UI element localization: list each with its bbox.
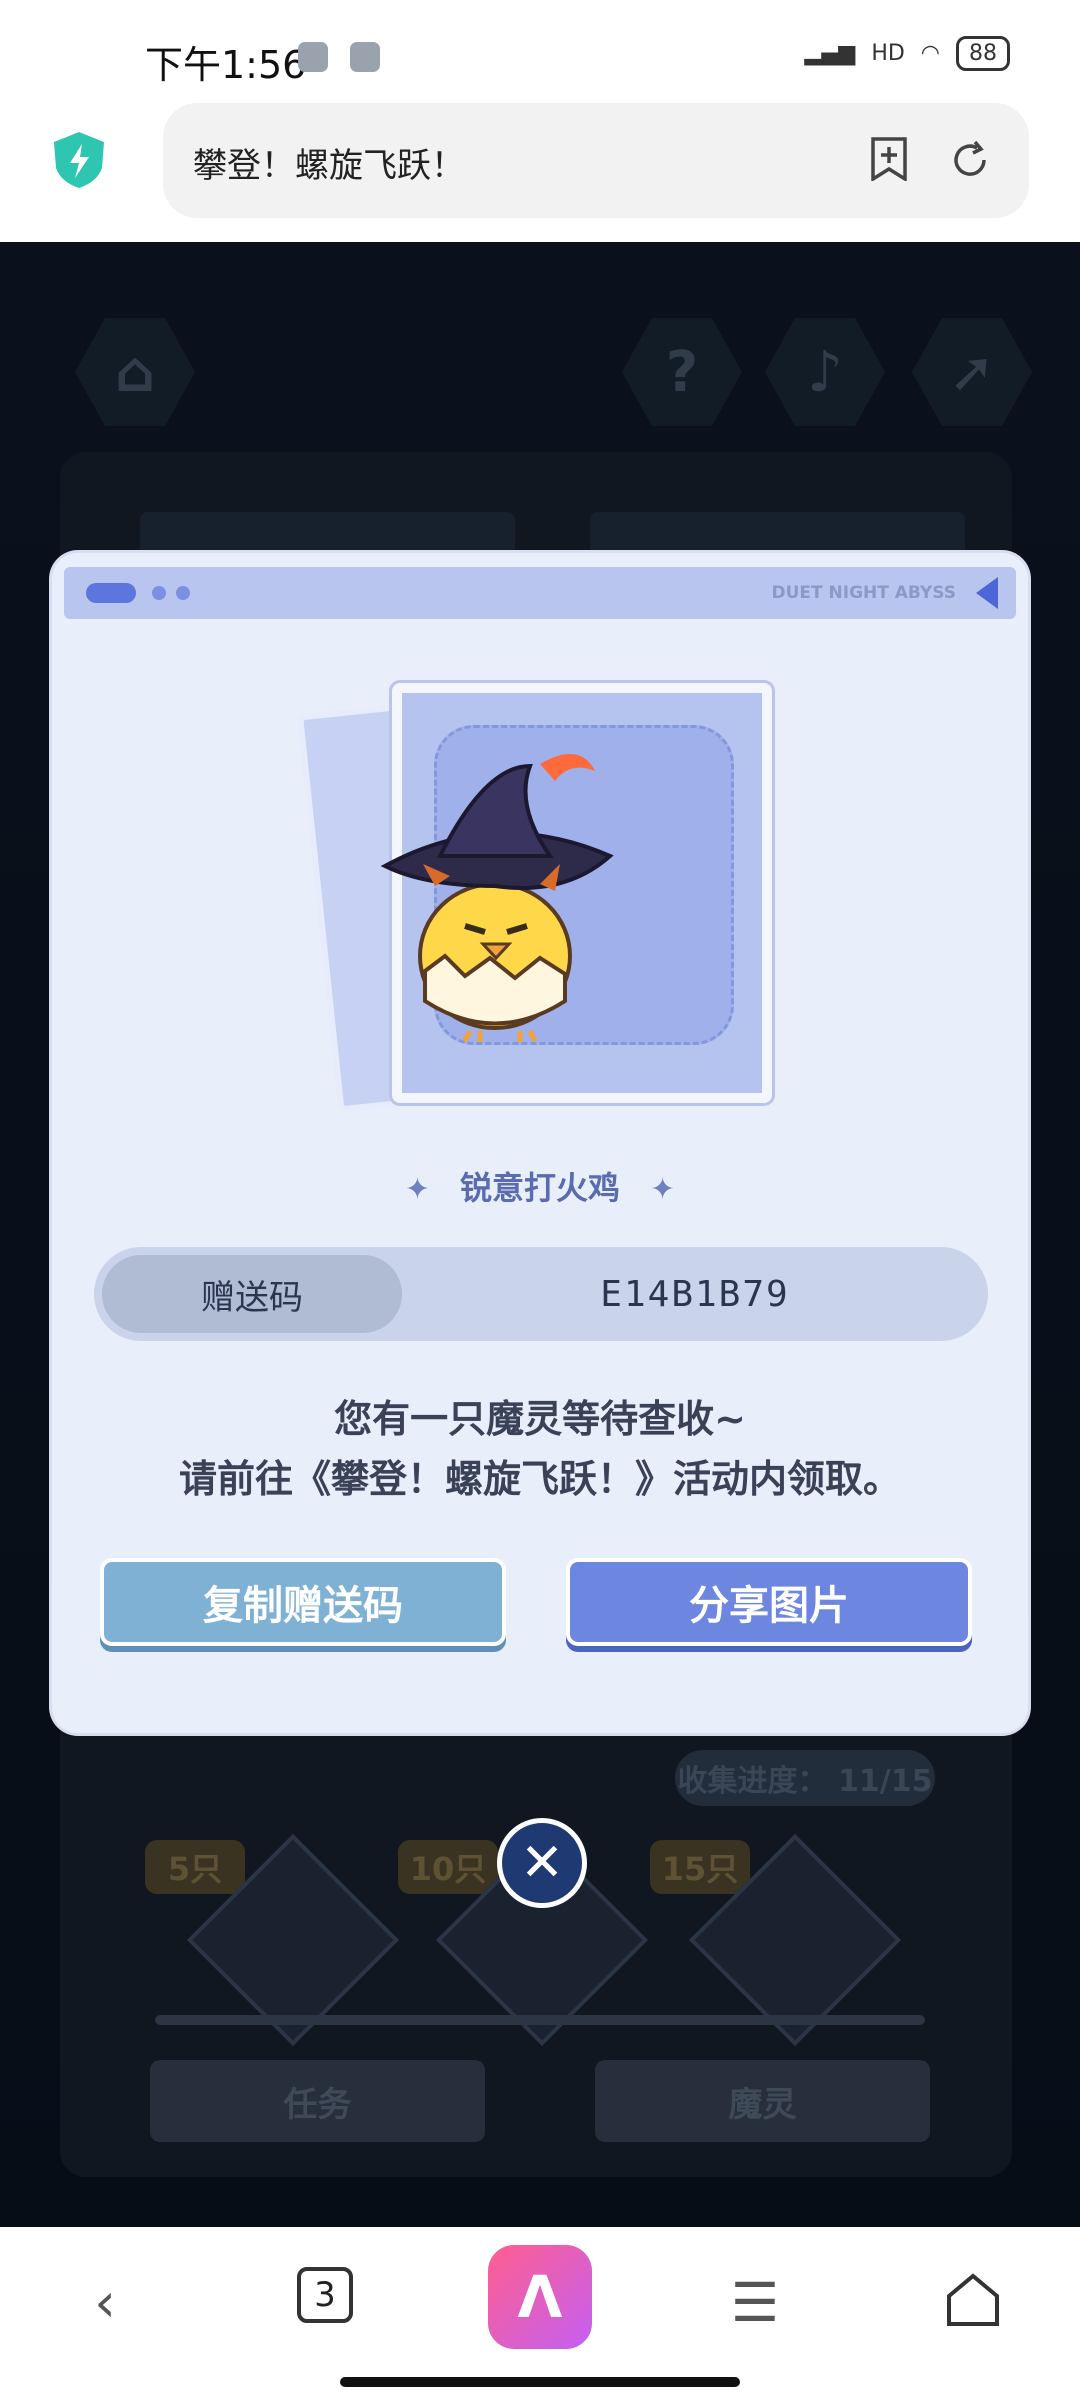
home-icon[interactable] bbox=[945, 2272, 1001, 2328]
notification-icon bbox=[298, 42, 328, 72]
tab-spirits[interactable]: 魔灵 bbox=[595, 2060, 930, 2142]
brand-label: DUET NIGHT ABYSS bbox=[771, 583, 956, 603]
milestone-badge: 5只 bbox=[145, 1840, 245, 1894]
gift-code-value[interactable]: E14B1B79 bbox=[402, 1247, 988, 1341]
tabs-button[interactable]: 3 bbox=[297, 2267, 353, 2323]
browser-nav-bar: ‹ 3 Ʌ ☰ bbox=[0, 2227, 1080, 2400]
network-type: HD bbox=[871, 41, 905, 66]
item-name-row: ✦ 锐意打火鸡 ✦ bbox=[52, 1163, 1028, 1209]
browser-toolbar: 攀登！螺旋飞跃！ bbox=[0, 100, 1080, 242]
tab-count: 3 bbox=[314, 2275, 336, 2315]
signal-icon: ▂▄▆ bbox=[804, 41, 856, 66]
modal-header-strip: DUET NIGHT ABYSS bbox=[64, 567, 1016, 619]
gift-code-label: 赠送码 bbox=[102, 1255, 402, 1333]
gift-code-field: 赠送码 E14B1B79 bbox=[94, 1247, 988, 1341]
page-title: 攀登！螺旋飞跃！ bbox=[193, 146, 465, 186]
milestone-badge: 10只 bbox=[398, 1840, 498, 1894]
gesture-bar bbox=[340, 2377, 740, 2387]
message-line-2: 请前往《攀登！螺旋飞跃！》活动内领取。 bbox=[178, 1457, 901, 1501]
back-icon[interactable]: ‹ bbox=[80, 2267, 130, 2337]
ai-assistant-icon[interactable]: Ʌ bbox=[488, 2245, 592, 2349]
message-line-1: 您有一只魔灵等待查收~ bbox=[334, 1397, 746, 1441]
notification-icon bbox=[350, 42, 380, 72]
status-bar: 下午1:56 ▂▄▆ HD ◠ 88 bbox=[0, 0, 1080, 100]
security-shield-icon[interactable] bbox=[52, 130, 106, 190]
add-bookmark-icon[interactable] bbox=[869, 137, 909, 181]
address-bar[interactable]: 攀登！螺旋飞跃！ bbox=[163, 103, 1029, 218]
sparkle-icon: ✦ bbox=[404, 1172, 430, 1207]
collapse-icon bbox=[976, 577, 998, 609]
chick-character-icon bbox=[380, 754, 614, 1043]
status-time: 下午1:56 bbox=[145, 43, 307, 87]
gift-code-modal: DUET NIGHT ABYSS ✦ 锐意打火鸡 ✦ 赠送码 E14B1B79 您有… bbox=[52, 553, 1028, 1733]
reload-icon[interactable] bbox=[949, 139, 991, 181]
collection-progress: 收集进度： 11/15 bbox=[675, 1750, 935, 1806]
progress-track bbox=[155, 2015, 925, 2025]
tab-tasks[interactable]: 任务 bbox=[150, 2060, 485, 2142]
wifi-icon: ◠ bbox=[920, 41, 940, 66]
close-icon[interactable]: ✕ bbox=[497, 1818, 587, 1908]
spirit-card bbox=[277, 668, 772, 1113]
copy-code-button[interactable]: 复制赠送码 bbox=[100, 1558, 506, 1646]
battery-indicator: 88 bbox=[956, 36, 1010, 71]
menu-icon[interactable]: ☰ bbox=[725, 2267, 785, 2337]
milestone-badge: 15只 bbox=[650, 1840, 750, 1894]
share-image-button[interactable]: 分享图片 bbox=[566, 1558, 972, 1646]
sparkle-icon: ✦ bbox=[650, 1172, 676, 1207]
item-name: 锐意打火鸡 bbox=[459, 1169, 620, 1207]
